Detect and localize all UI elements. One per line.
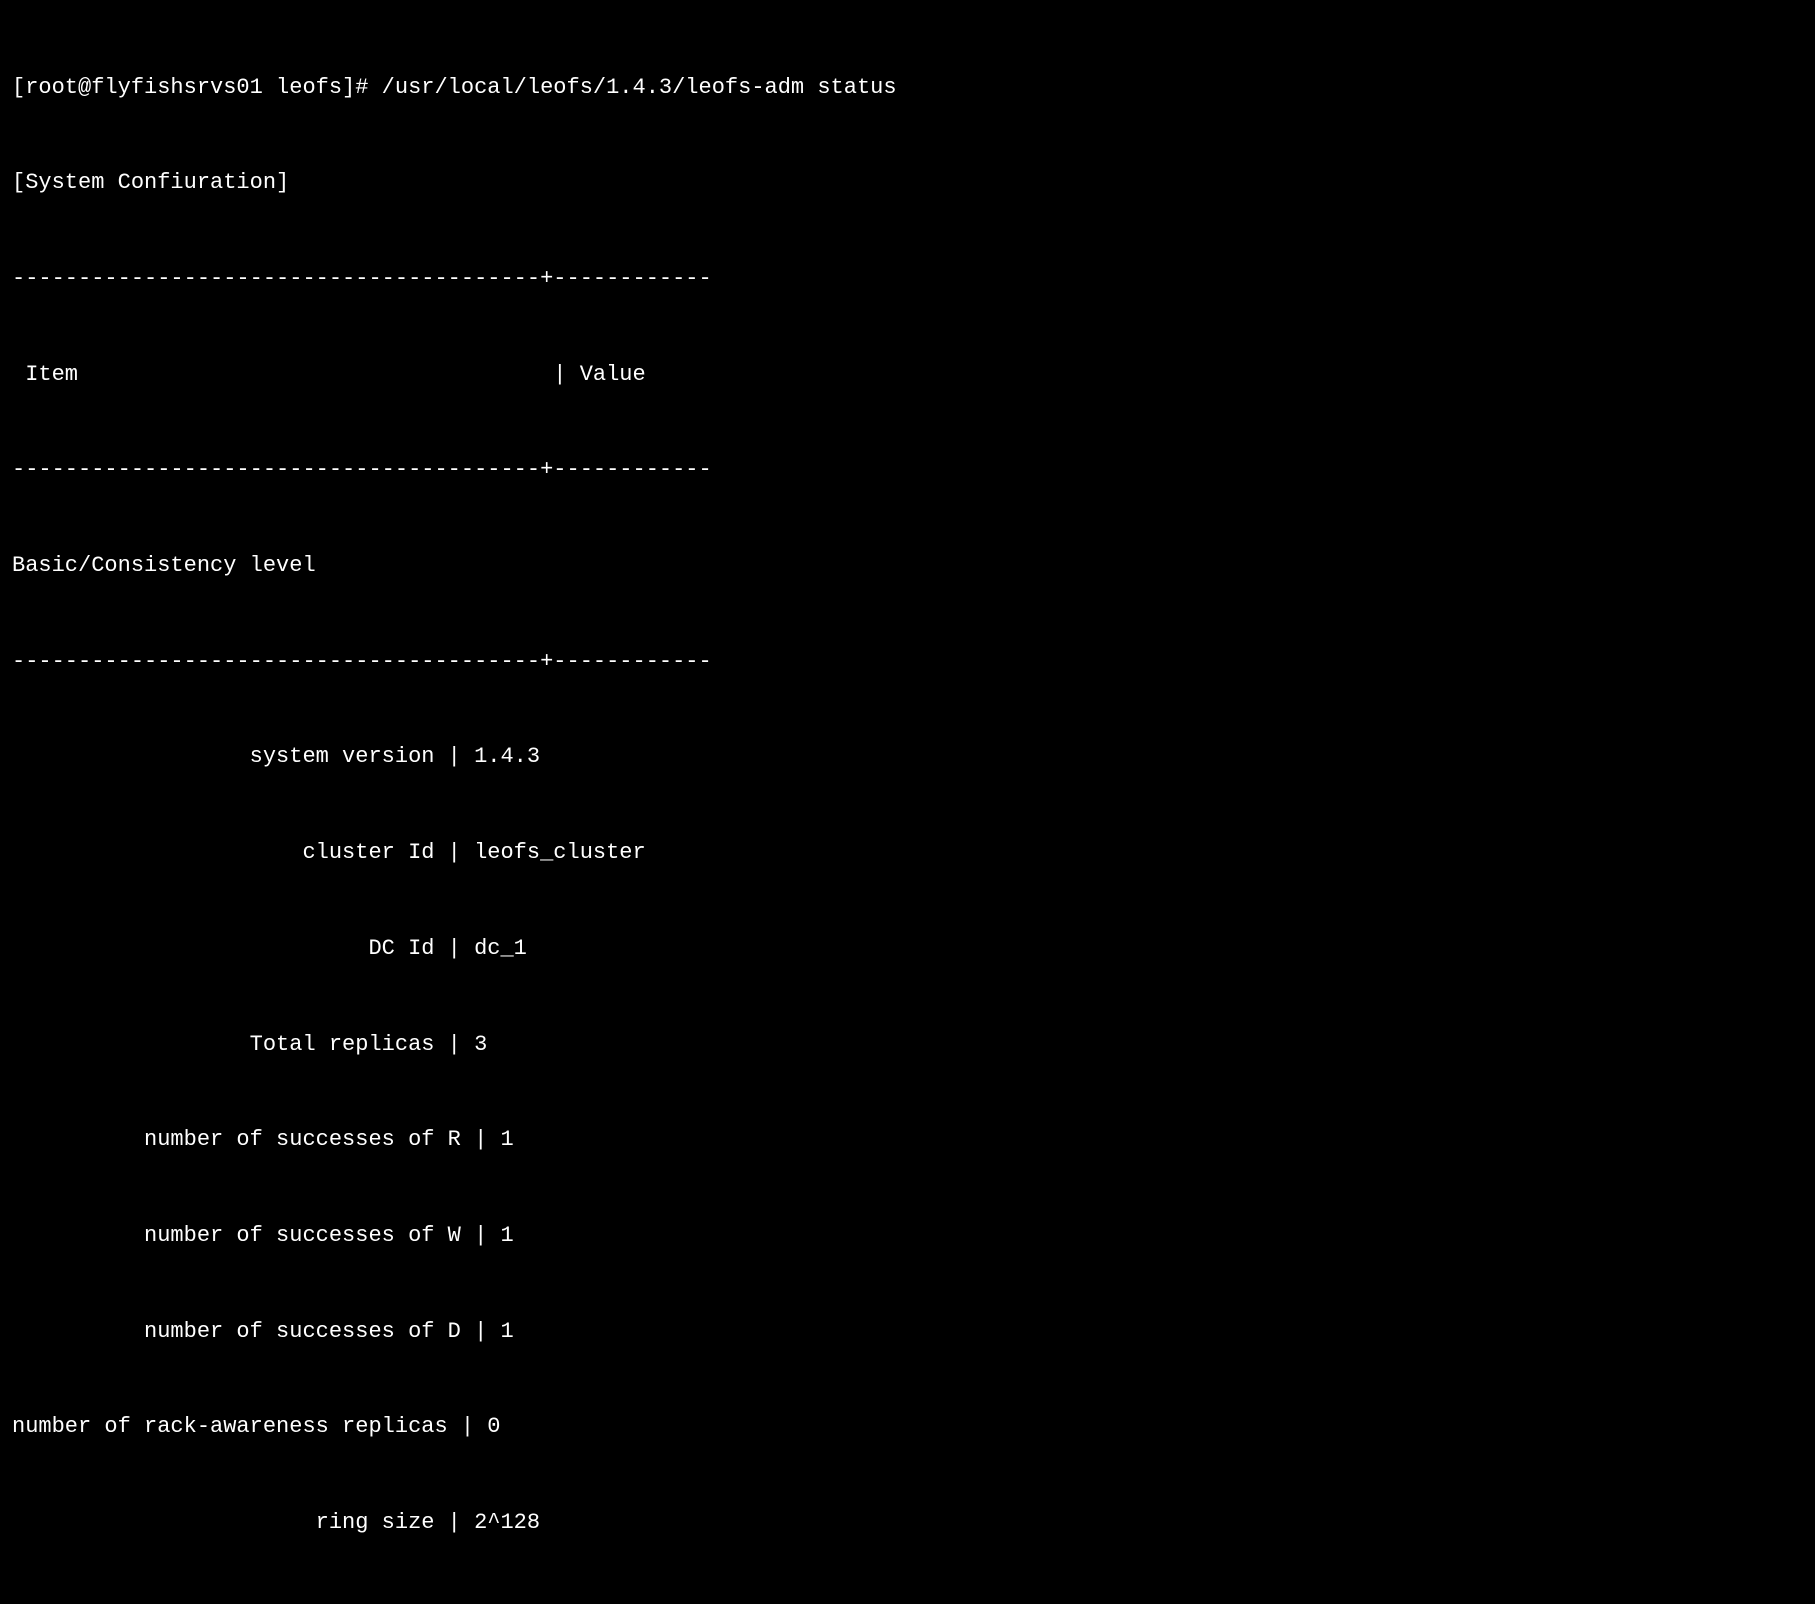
col-item-header: Item <box>25 362 553 387</box>
row-successes-w: number of successes of W | 1 <box>12 1220 1803 1252</box>
row-dc-id: DC Id | dc_1 <box>12 933 1803 965</box>
prompt-line: [root@flyfishsrvs01 leofs]# /usr/local/l… <box>12 72 1803 104</box>
col-value-header: Value <box>580 362 646 387</box>
system-config-header: [System Confiuration] <box>12 167 1803 199</box>
row-rack-awareness: number of rack-awareness replicas | 0 <box>12 1411 1803 1443</box>
terminal-output: [root@flyfishsrvs01 leofs]# /usr/local/l… <box>12 8 1803 1604</box>
row-successes-r: number of successes of R | 1 <box>12 1124 1803 1156</box>
basic-consistency-header: Basic/Consistency level <box>12 550 1803 582</box>
row-cluster-id: cluster Id | leofs_cluster <box>12 837 1803 869</box>
table-header: Item | Value <box>12 359 1803 391</box>
col-sep-header: | <box>553 362 566 387</box>
row-total-replicas: Total replicas | 3 <box>12 1029 1803 1061</box>
row-system-version: system version | 1.4.3 <box>12 741 1803 773</box>
dash-line-3: ----------------------------------------… <box>12 646 1803 678</box>
row-ring-size: ring size | 2^128 <box>12 1507 1803 1539</box>
row-successes-d: number of successes of D | 1 <box>12 1316 1803 1348</box>
dash-line-2: ----------------------------------------… <box>12 454 1803 486</box>
dash-line-4: ----------------------------------------… <box>12 1603 1803 1604</box>
dash-line-1: ----------------------------------------… <box>12 263 1803 295</box>
